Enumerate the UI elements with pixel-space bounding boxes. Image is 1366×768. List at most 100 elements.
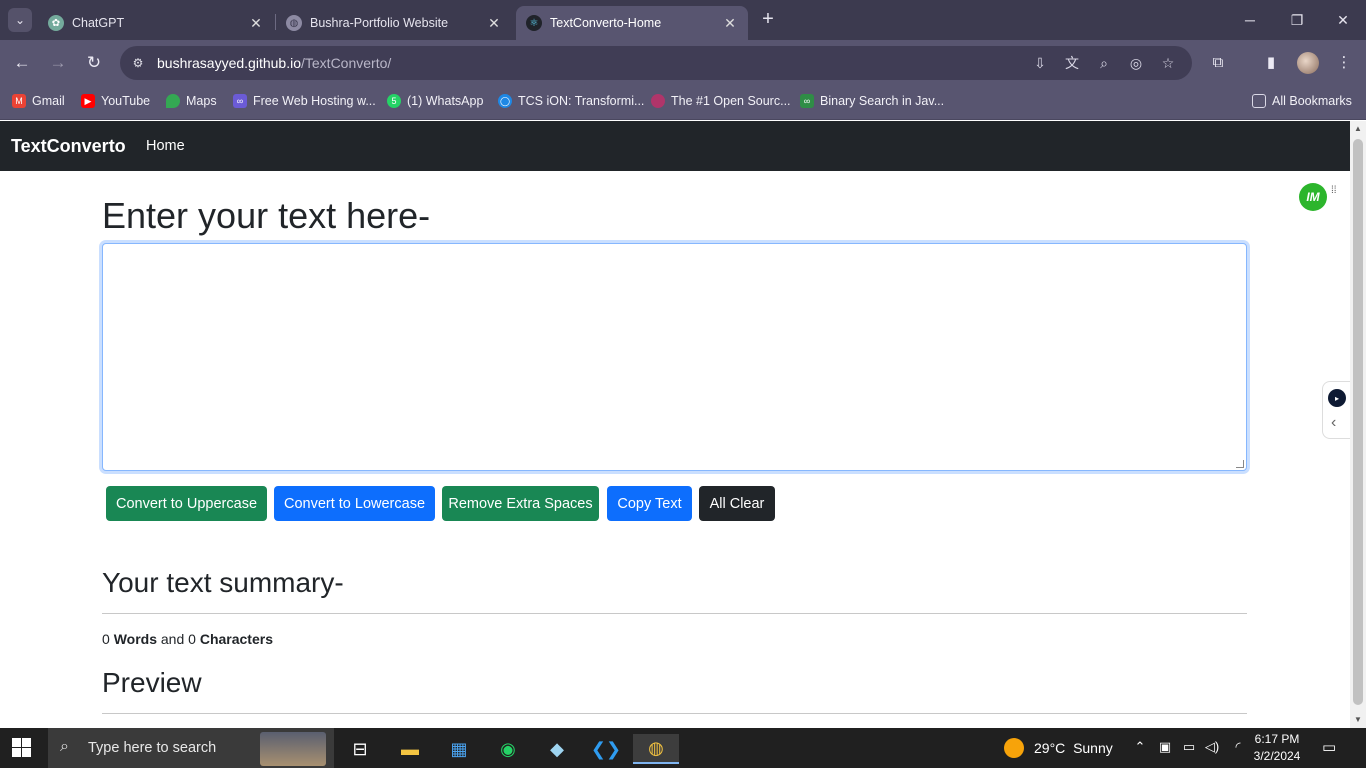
infinity-icon: ∞ — [233, 94, 247, 108]
reload-button[interactable]: ↻ — [82, 51, 106, 75]
whatsapp-icon: 5 — [387, 94, 401, 108]
bookmark-gmail[interactable]: M Gmail — [12, 94, 65, 108]
scroll-thumb[interactable] — [1353, 139, 1363, 705]
profile-avatar[interactable] — [1297, 52, 1319, 74]
volume-icon[interactable]: ◁) — [1203, 739, 1221, 755]
system-clock[interactable]: 6:17 PM 3/2/2024 — [1252, 731, 1302, 765]
bookmark-open-source[interactable]: The #1 Open Sourc... — [651, 94, 791, 108]
globe-icon: ◍ — [286, 15, 302, 31]
remove-spaces-button[interactable]: Remove Extra Spaces — [442, 486, 599, 521]
notification-icon[interactable]: ▭ — [1322, 738, 1336, 756]
search-icon: ⌕ — [60, 738, 69, 755]
windows-start-icon[interactable] — [12, 738, 32, 758]
navbar-brand[interactable]: TextConverto — [11, 136, 126, 157]
chatgpt-icon: ✿ — [48, 15, 64, 31]
tab-chatgpt[interactable]: ✿ ChatGPT ✕ — [38, 6, 274, 40]
preview-heading: Preview — [102, 667, 202, 698]
tab-strip: ⌄ ✿ ChatGPT ✕ ◍ Bushra-Portfolio Website… — [0, 0, 1366, 40]
page-viewport: TextConverto Home Enter your text here- … — [0, 121, 1350, 728]
url-text[interactable]: bushrasayyed.github.io/TextConverto/ — [157, 55, 391, 71]
bookmark-star-icon[interactable]: ☆ — [1158, 54, 1178, 72]
vscode-icon[interactable]: ❮❯ — [588, 734, 624, 764]
gmail-icon: M — [12, 94, 26, 108]
bookmarks-bar: M Gmail ▶ YouTube Maps ∞ Free Web Hosting w… — [0, 86, 1366, 120]
folder-icon — [1252, 94, 1266, 108]
tab-title: ChatGPT — [72, 16, 125, 30]
close-window-button[interactable]: ✕ — [1323, 8, 1363, 32]
scroll-down-arrow-icon[interactable]: ▼ — [1350, 712, 1366, 728]
taskbar-search[interactable]: ⌕ Type here to search — [48, 728, 334, 768]
minimize-button[interactable]: ─ — [1230, 8, 1270, 32]
chevron-up-icon[interactable]: ⌃ — [1131, 739, 1149, 755]
close-tab-icon[interactable]: ✕ — [486, 15, 502, 32]
meet-now-icon[interactable]: ▣ — [1156, 739, 1174, 755]
page-title: Enter your text here- — [102, 195, 431, 236]
search-highlight-image — [260, 732, 326, 766]
drag-handle-icon[interactable]: ⁞⁞ — [1331, 186, 1339, 206]
youtube-icon: ▶ — [81, 94, 95, 108]
close-tab-icon[interactable]: ✕ — [248, 15, 264, 32]
lowercase-button[interactable]: Convert to Lowercase — [274, 486, 435, 521]
wifi-icon[interactable]: ◜ — [1229, 739, 1247, 755]
bookmark-youtube[interactable]: ▶ YouTube — [81, 94, 150, 108]
battery-icon[interactable]: ▭ — [1180, 739, 1198, 755]
bookmark-binary-search[interactable]: ∞ Binary Search in Jav... — [800, 94, 944, 108]
forward-button[interactable]: → — [46, 51, 70, 75]
summary-heading: Your text summary- — [102, 567, 344, 598]
bookmark-web-hosting[interactable]: ∞ Free Web Hosting w... — [233, 94, 376, 108]
extensions-icon[interactable]: ⧉ — [1207, 52, 1229, 74]
text-input-area[interactable] — [102, 243, 1247, 471]
browser-toolbar: ← → ↻ ⚙ bushrasayyed.github.io/TextConve… — [0, 40, 1366, 86]
word-char-count: 0 Words and 0 Characters — [102, 631, 273, 647]
divider — [102, 613, 1247, 614]
tab-title: TextConverto-Home — [550, 16, 662, 30]
extension-m-icon[interactable]: IM — [1299, 183, 1327, 211]
tab-search-button[interactable]: ⌄ — [8, 8, 32, 32]
task-view-icon[interactable]: ⊟ — [342, 734, 378, 764]
menu-kebab-icon[interactable]: ⋮ — [1333, 52, 1355, 74]
bookmark-whatsapp[interactable]: 5 (1) WhatsApp — [387, 94, 483, 108]
back-button[interactable]: ← — [10, 51, 34, 75]
bookmark-tcs-ion[interactable]: ◯ TCS iON: Transformi... — [498, 94, 644, 108]
microsoft-store-icon[interactable]: ▦ — [441, 734, 477, 764]
react-icon: ⚛ — [526, 15, 542, 31]
restore-button[interactable]: ❐ — [1277, 8, 1317, 32]
windows-taskbar: ⌕ Type here to search ⊟ ▬ ▦ ◉ ◆ ❮❯ ◍ 29°… — [0, 728, 1366, 768]
all-clear-button[interactable]: All Clear — [699, 486, 775, 521]
whatsapp-taskbar-icon[interactable]: ◉ — [490, 734, 526, 764]
file-explorer-icon[interactable]: ▬ — [392, 734, 428, 764]
weather-widget[interactable]: 29°C Sunny — [1004, 738, 1113, 758]
tab-textconverto[interactable]: ⚛ TextConverto-Home ✕ — [516, 6, 748, 40]
translate-icon[interactable]: 文 — [1062, 54, 1082, 72]
resize-handle[interactable] — [1236, 460, 1244, 468]
extension-logo-icon: ▸ — [1328, 389, 1346, 407]
site-info-icon[interactable]: ⚙ — [130, 55, 146, 71]
maps-pin-icon — [166, 94, 180, 108]
divider — [102, 713, 1247, 714]
copy-text-button[interactable]: Copy Text — [607, 486, 692, 521]
uppercase-button[interactable]: Convert to Uppercase — [106, 486, 267, 521]
new-tab-button[interactable]: + — [758, 9, 778, 30]
gfg-icon: ∞ — [800, 94, 814, 108]
sun-icon — [1004, 738, 1024, 758]
chrome-taskbar-icon[interactable]: ◍ — [633, 734, 679, 764]
close-tab-icon[interactable]: ✕ — [722, 15, 738, 32]
site-navbar: TextConverto Home — [0, 121, 1350, 171]
zoom-icon[interactable]: ⌕ — [1094, 54, 1114, 72]
install-app-icon[interactable]: ⇩ — [1030, 54, 1050, 72]
bookmark-maps[interactable]: Maps — [166, 94, 217, 108]
page-scrollbar[interactable]: ▲ ▼ — [1350, 121, 1366, 728]
extension-side-tab[interactable]: ▸ ‹ — [1322, 381, 1350, 439]
address-bar[interactable]: ⚙ bushrasayyed.github.io/TextConverto/ ⇩… — [120, 46, 1192, 80]
app-taskbar-icon[interactable]: ◆ — [539, 734, 575, 764]
tab-portfolio[interactable]: ◍ Bushra-Portfolio Website ✕ — [276, 6, 512, 40]
all-bookmarks[interactable]: All Bookmarks — [1252, 94, 1352, 108]
nav-link-home[interactable]: Home — [146, 138, 185, 154]
tcs-ion-icon: ◯ — [498, 94, 512, 108]
side-panel-icon[interactable]: ▮ — [1260, 52, 1282, 74]
scroll-up-arrow-icon[interactable]: ▲ — [1350, 121, 1366, 137]
tab-title: Bushra-Portfolio Website — [310, 16, 449, 30]
open-source-icon — [651, 94, 665, 108]
chevron-left-icon[interactable]: ‹ — [1331, 414, 1336, 432]
eye-off-icon[interactable]: ◎ — [1126, 54, 1146, 72]
